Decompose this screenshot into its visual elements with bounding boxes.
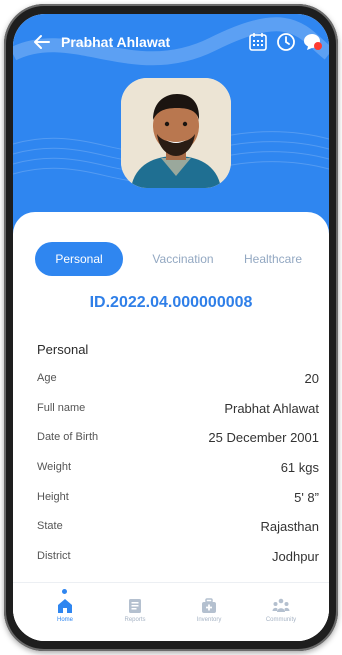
- user-name: Prabhat Ahlawat: [61, 34, 171, 50]
- row-value: 20: [304, 371, 319, 386]
- profile-avatar: [121, 78, 231, 188]
- info-row-weight: Weight 61 kgs: [37, 460, 319, 481]
- profile-header: Prabhat Ahlawat: [13, 14, 329, 244]
- calendar-icon[interactable]: [247, 31, 269, 53]
- row-value: Prabhat Ahlawat: [224, 401, 319, 416]
- row-label: Weight: [37, 461, 72, 473]
- back-arrow-icon[interactable]: [31, 31, 53, 53]
- reports-icon: [129, 599, 141, 613]
- bottom-navigation: Home Reports Inventory Community: [13, 582, 329, 641]
- chat-icon[interactable]: [301, 31, 323, 53]
- row-label: District: [37, 550, 71, 562]
- tab-personal[interactable]: Personal: [35, 242, 123, 276]
- row-label: Full name: [37, 402, 86, 414]
- row-label: Age: [37, 372, 57, 384]
- inventory-icon: [202, 598, 216, 613]
- info-row-date-of-birth: Date of Birth 25 December 2001: [37, 430, 319, 451]
- info-row-district: District Jodhpur: [37, 549, 319, 570]
- community-icon: [272, 598, 290, 612]
- app-screen: Prabhat Ahlawat Personal Vaccination Hea…: [13, 14, 329, 641]
- row-value: Rajasthan: [260, 519, 319, 534]
- row-label: Height: [37, 491, 69, 503]
- info-row-full-name: Full name Prabhat Ahlawat: [37, 401, 319, 422]
- profile-tabs: Personal Vaccination Healthcare: [35, 242, 315, 276]
- nav-label: Reports: [124, 617, 146, 623]
- nav-label: Community: [265, 617, 297, 623]
- nav-label: Home: [56, 617, 73, 623]
- tab-vaccination[interactable]: Vaccination: [139, 242, 227, 276]
- nav-inventory[interactable]: Inventory: [179, 589, 239, 635]
- home-icon: [58, 599, 72, 613]
- row-label: Date of Birth: [37, 431, 99, 443]
- nav-label: Inventory: [196, 617, 222, 623]
- active-indicator: [62, 589, 67, 594]
- record-id: ID.2022.04.000000008: [89, 294, 253, 311]
- row-label: State: [37, 520, 63, 532]
- nav-community[interactable]: Community: [251, 589, 311, 635]
- section-title: Personal: [37, 342, 89, 357]
- info-row-height: Height 5' 8”: [37, 490, 319, 511]
- notification-dot: [314, 42, 322, 50]
- profile-card: Personal Vaccination Healthcare ID.2022.…: [13, 212, 329, 641]
- clock-icon[interactable]: [275, 31, 297, 53]
- nav-home[interactable]: Home: [35, 589, 95, 635]
- info-row-age: Age 20: [37, 371, 319, 392]
- top-bar: Prabhat Ahlawat: [13, 28, 329, 58]
- row-value: 61 kgs: [280, 460, 319, 475]
- row-value: 25 December 2001: [208, 430, 319, 445]
- nav-reports[interactable]: Reports: [105, 589, 165, 635]
- info-row-state: State Rajasthan: [37, 519, 319, 540]
- tab-healthcare[interactable]: Healthcare: [231, 242, 315, 276]
- row-value: Jodhpur: [272, 549, 319, 564]
- row-value: 5' 8”: [294, 490, 319, 505]
- phone-frame: Prabhat Ahlawat Personal Vaccination Hea…: [4, 4, 338, 651]
